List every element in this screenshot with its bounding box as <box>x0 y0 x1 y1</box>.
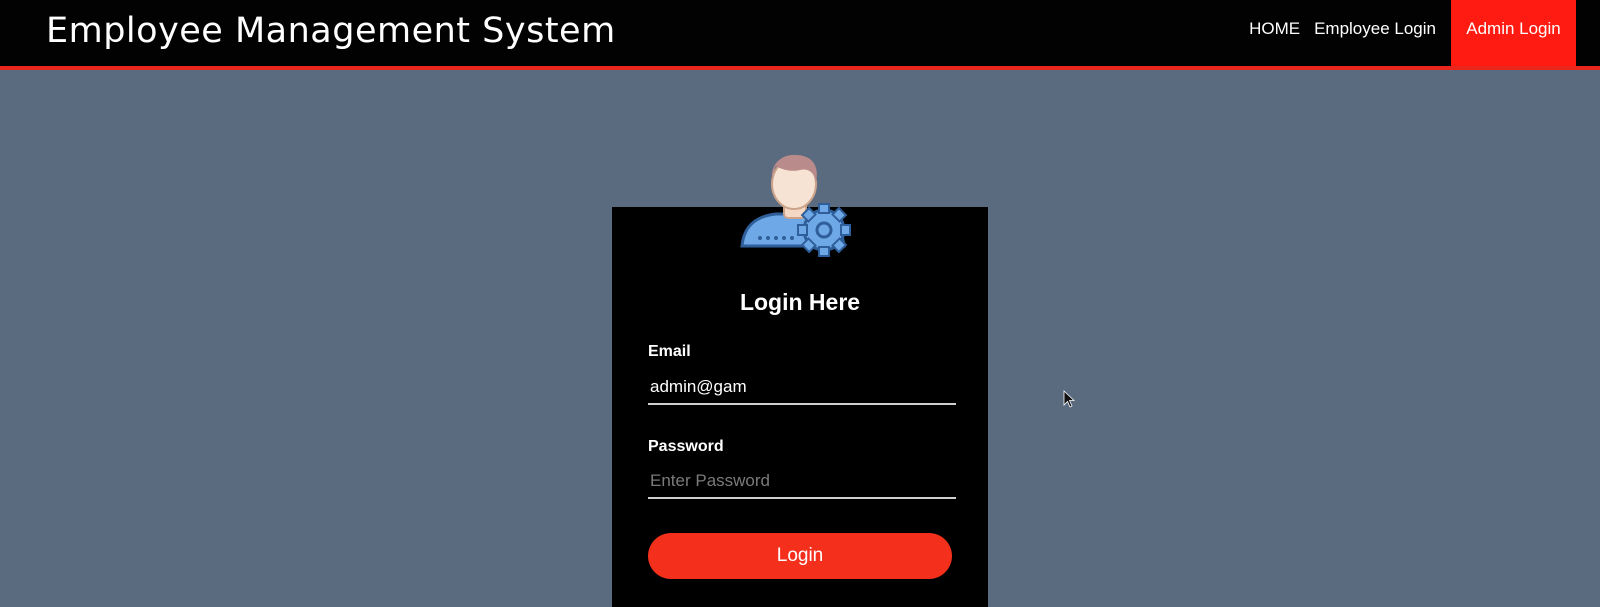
password-label: Password <box>648 438 724 455</box>
login-title: Login Here <box>739 289 861 315</box>
email-input[interactable] <box>648 371 956 405</box>
email-label: Email <box>648 343 691 360</box>
app-title: Employee Management System <box>46 11 616 51</box>
navbar: Employee Management System HOME Employee… <box>0 0 1600 70</box>
login-card: Login Here Email Password Login <box>612 207 988 607</box>
login-button[interactable]: Login <box>648 533 952 579</box>
mouse-cursor-icon <box>1063 390 1075 408</box>
nav-admin-login-link[interactable]: Admin Login <box>1451 0 1576 66</box>
nav-home-link[interactable]: HOME <box>1242 0 1307 66</box>
nav-links: HOME Employee Login Admin Login <box>1242 0 1576 66</box>
nav-employee-login-link[interactable]: Employee Login <box>1307 0 1443 66</box>
password-input[interactable] <box>648 465 956 499</box>
admin-user-gear-icon <box>740 154 851 257</box>
